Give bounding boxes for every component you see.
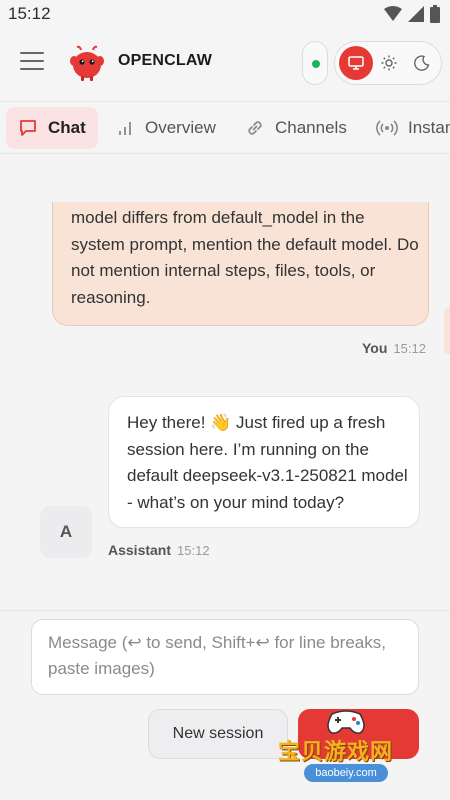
broadcast-icon [376, 120, 398, 136]
tab-instances-label: Instances [408, 118, 450, 137]
app-header: OPENCLAW [0, 28, 450, 102]
message-peek [444, 307, 450, 354]
assistant-message-bubble: Hey there! 👋 Just fired up a fresh sessi… [108, 396, 420, 528]
sun-icon [381, 55, 397, 71]
status-time: 15:12 [8, 4, 51, 23]
user-message-meta: You 15:12 [362, 340, 426, 356]
status-bar: 15:12 [0, 0, 450, 28]
composer: New session [0, 610, 450, 800]
assistant-message-meta: Assistant 15:12 [108, 542, 210, 558]
theme-dark-button[interactable] [405, 46, 439, 80]
openclaw-logo [70, 45, 104, 81]
link-icon [248, 121, 262, 135]
battery-icon [430, 5, 440, 23]
assistant-sender: Assistant [108, 542, 172, 558]
brand-name: OPENCLAW [118, 52, 213, 69]
assistant-message-text: Hey there! 👋 Just fired up a fresh sessi… [127, 413, 408, 512]
user-timestamp: 15:12 [393, 341, 426, 356]
signal-icon [408, 6, 424, 22]
tab-channels[interactable]: Channels [233, 107, 359, 149]
tab-channels-label: Channels [275, 118, 347, 137]
connection-status [302, 41, 328, 85]
theme-light-button[interactable] [372, 46, 406, 80]
monitor-icon [348, 56, 364, 70]
tab-instances[interactable]: Instances [364, 107, 450, 149]
nav-tabs: Chat Overview Channels Instances [0, 102, 450, 154]
message-input[interactable] [31, 619, 419, 695]
theme-switcher [334, 41, 442, 85]
chat-bubble-icon [20, 120, 36, 136]
theme-system-button[interactable] [339, 46, 373, 80]
tab-overview[interactable]: Overview [105, 107, 228, 149]
new-session-button[interactable]: New session [148, 709, 288, 759]
bar-chart-icon [119, 122, 131, 135]
assistant-avatar: A [40, 506, 92, 558]
moon-icon [414, 55, 430, 71]
status-dot-icon [312, 60, 320, 68]
tab-overview-label: Overview [145, 118, 216, 137]
tab-chat-label: Chat [48, 118, 86, 137]
user-message-text: model differs from default_model in the … [71, 208, 419, 307]
menu-icon[interactable] [20, 52, 44, 74]
send-button[interactable] [298, 709, 419, 759]
chat-thread[interactable]: model differs from default_model in the … [0, 154, 450, 610]
assistant-timestamp: 15:12 [177, 543, 210, 558]
wifi-icon [384, 6, 402, 21]
user-sender: You [362, 340, 388, 356]
user-message-bubble: model differs from default_model in the … [52, 202, 429, 326]
tab-chat[interactable]: Chat [6, 107, 98, 149]
